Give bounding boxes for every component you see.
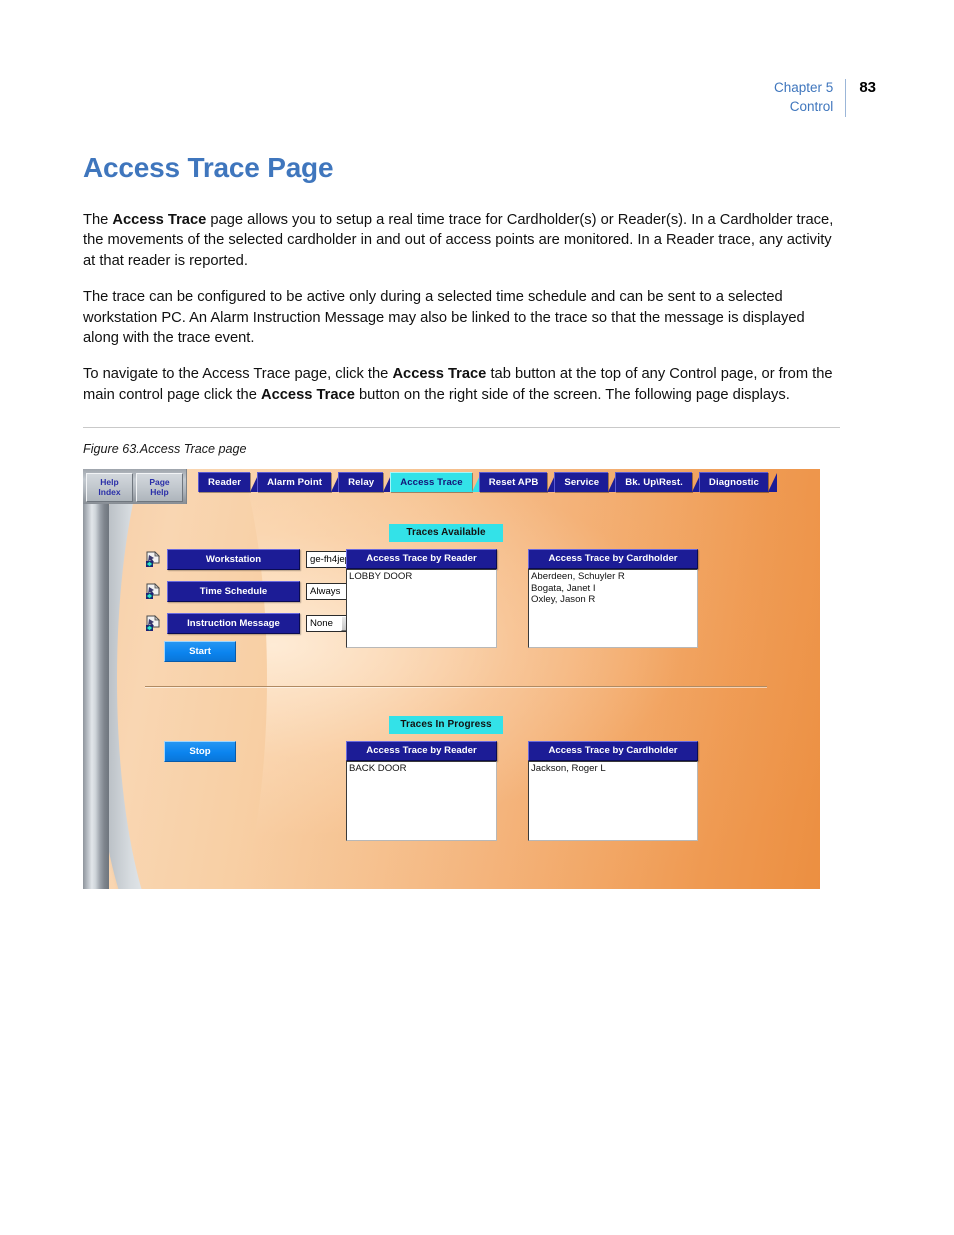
body-paragraph: The trace can be configured to be active…: [83, 287, 840, 348]
tab-label: Diagnostic: [708, 477, 759, 489]
select-page-icon: [145, 551, 161, 568]
list-item[interactable]: Aberdeen, Schuyler R: [531, 571, 697, 583]
tab-reset-apb[interactable]: Reset APB: [478, 472, 556, 493]
running-header: Chapter 5 Control 83: [774, 78, 876, 117]
tab-label: Alarm Point: [267, 477, 323, 489]
label-button-time-schedule[interactable]: Time Schedule: [167, 581, 300, 603]
label-button-workstation[interactable]: Workstation: [167, 549, 300, 571]
paragraph-text: The trace can be configured to be active…: [83, 289, 805, 347]
figure-caption: Figure 63.Access Trace page: [83, 442, 247, 457]
paragraph-text: The: [83, 212, 113, 228]
body-paragraph: The Access Trace page allows you to setu…: [83, 210, 840, 271]
page-help-line2: Help: [150, 487, 169, 498]
tab-bar: Reader Alarm Point Relay Access Trace Reset …: [198, 469, 778, 493]
label-button-text: Instruction Message: [187, 618, 280, 630]
list-item[interactable]: Bogata, Janet I: [531, 583, 697, 595]
available-reader-title: Access Trace by Reader: [346, 549, 497, 570]
tab-alarm-point[interactable]: Alarm Point: [257, 472, 341, 493]
header-chapter-label: Chapter 5: [774, 80, 834, 95]
tab-label: Service: [564, 477, 600, 489]
dropdown-value: Always: [310, 586, 341, 598]
tab-label: Reset APB: [488, 477, 539, 489]
form-row: Instruction Message None: [145, 613, 358, 635]
figure-separator: [83, 427, 840, 429]
tab-service[interactable]: Service: [554, 472, 618, 493]
section-divider: [145, 686, 767, 688]
inprogress-reader-title: Access Trace by Reader: [346, 741, 497, 762]
inprogress-reader-listbox[interactable]: BACK DOOR: [346, 761, 497, 842]
help-index-line1: Help: [100, 476, 119, 487]
page-title: Access Trace Page: [83, 152, 334, 183]
start-button[interactable]: Start: [164, 641, 236, 663]
tab-relay[interactable]: Relay: [338, 472, 393, 493]
list-item[interactable]: Oxley, Jason R: [531, 594, 697, 606]
inprogress-cardholder-title: Access Trace by Cardholder: [528, 741, 698, 762]
metallic-spine: [83, 469, 109, 890]
dropdown-value: None: [310, 618, 333, 630]
document-body: Access Trace Page The Access Trace page …: [83, 152, 840, 890]
help-index-line2: Index: [98, 487, 121, 498]
label-button-instruction-message[interactable]: Instruction Message: [167, 613, 300, 635]
emphasis-text: Access Trace: [392, 366, 487, 383]
available-cardholder-listbox[interactable]: Aberdeen, Schuyler R Bogata, Janet I Oxley…: [528, 569, 698, 649]
tab-label: Reader: [208, 477, 242, 489]
paragraph-text: button on the right side of the screen. …: [354, 386, 790, 403]
list-item[interactable]: LOBBY DOOR: [349, 571, 496, 583]
body-paragraph: To navigate to the Access Trace page, cl…: [83, 364, 840, 405]
page-help-line1: Page: [149, 476, 170, 487]
metallic-curve-mask: [117, 469, 267, 890]
app-toolbar: Help Index Page Help Reader Alarm Point Re…: [83, 469, 820, 507]
tab-diagnostic[interactable]: Diagnostic: [698, 472, 778, 493]
page-help-button[interactable]: Page Help: [136, 472, 183, 502]
tab-label: Relay: [348, 477, 375, 489]
emphasis-text: Access Trace: [260, 386, 355, 403]
help-index-button[interactable]: Help Index: [86, 472, 133, 502]
available-cardholder-panel: Access Trace by Cardholder Aberdeen, Sch…: [528, 549, 698, 649]
available-cardholder-title: Access Trace by Cardholder: [528, 549, 698, 570]
emphasis-text: Access Trace: [112, 212, 207, 228]
traces-in-progress-banner: Traces In Progress: [389, 716, 503, 735]
tab-reader[interactable]: Reader: [198, 472, 260, 493]
list-item[interactable]: BACK DOOR: [349, 763, 496, 775]
inprogress-reader-panel: Access Trace by Reader BACK DOOR: [346, 741, 497, 842]
select-page-icon: [145, 583, 161, 600]
traces-available-banner: Traces Available: [389, 524, 503, 543]
list-item[interactable]: Jackson, Roger L: [531, 763, 697, 775]
tab-label: Bk. Up\Rest.: [625, 477, 683, 489]
tab-bk-up-rest[interactable]: Bk. Up\Rest.: [615, 472, 701, 493]
header-section-label: Control: [789, 99, 834, 114]
body-paragraphs: The Access Trace page allows you to setu…: [83, 210, 840, 405]
tab-label: Access Trace: [400, 477, 463, 489]
inprogress-cardholder-panel: Access Trace by Cardholder Jackson, Roge…: [528, 741, 698, 842]
label-button-text: Time Schedule: [199, 586, 268, 598]
paragraph-text: To navigate to the Access Trace page, cl…: [83, 366, 393, 383]
inprogress-cardholder-listbox[interactable]: Jackson, Roger L: [528, 761, 698, 842]
stop-button[interactable]: Stop: [164, 741, 236, 763]
label-button-text: Workstation: [205, 554, 262, 566]
figure-access-trace-screenshot: Help Index Page Help Reader Alarm Point Re…: [83, 469, 820, 890]
available-reader-panel: Access Trace by Reader LOBBY DOOR: [346, 549, 497, 649]
header-chapter-block: Chapter 5 Control: [774, 78, 845, 116]
select-page-icon: [145, 615, 161, 632]
page-number: 83: [859, 79, 876, 96]
available-reader-listbox[interactable]: LOBBY DOOR: [346, 569, 497, 649]
help-panel: Help Index Page Help: [83, 469, 187, 505]
tab-access-trace[interactable]: Access Trace: [390, 472, 481, 493]
